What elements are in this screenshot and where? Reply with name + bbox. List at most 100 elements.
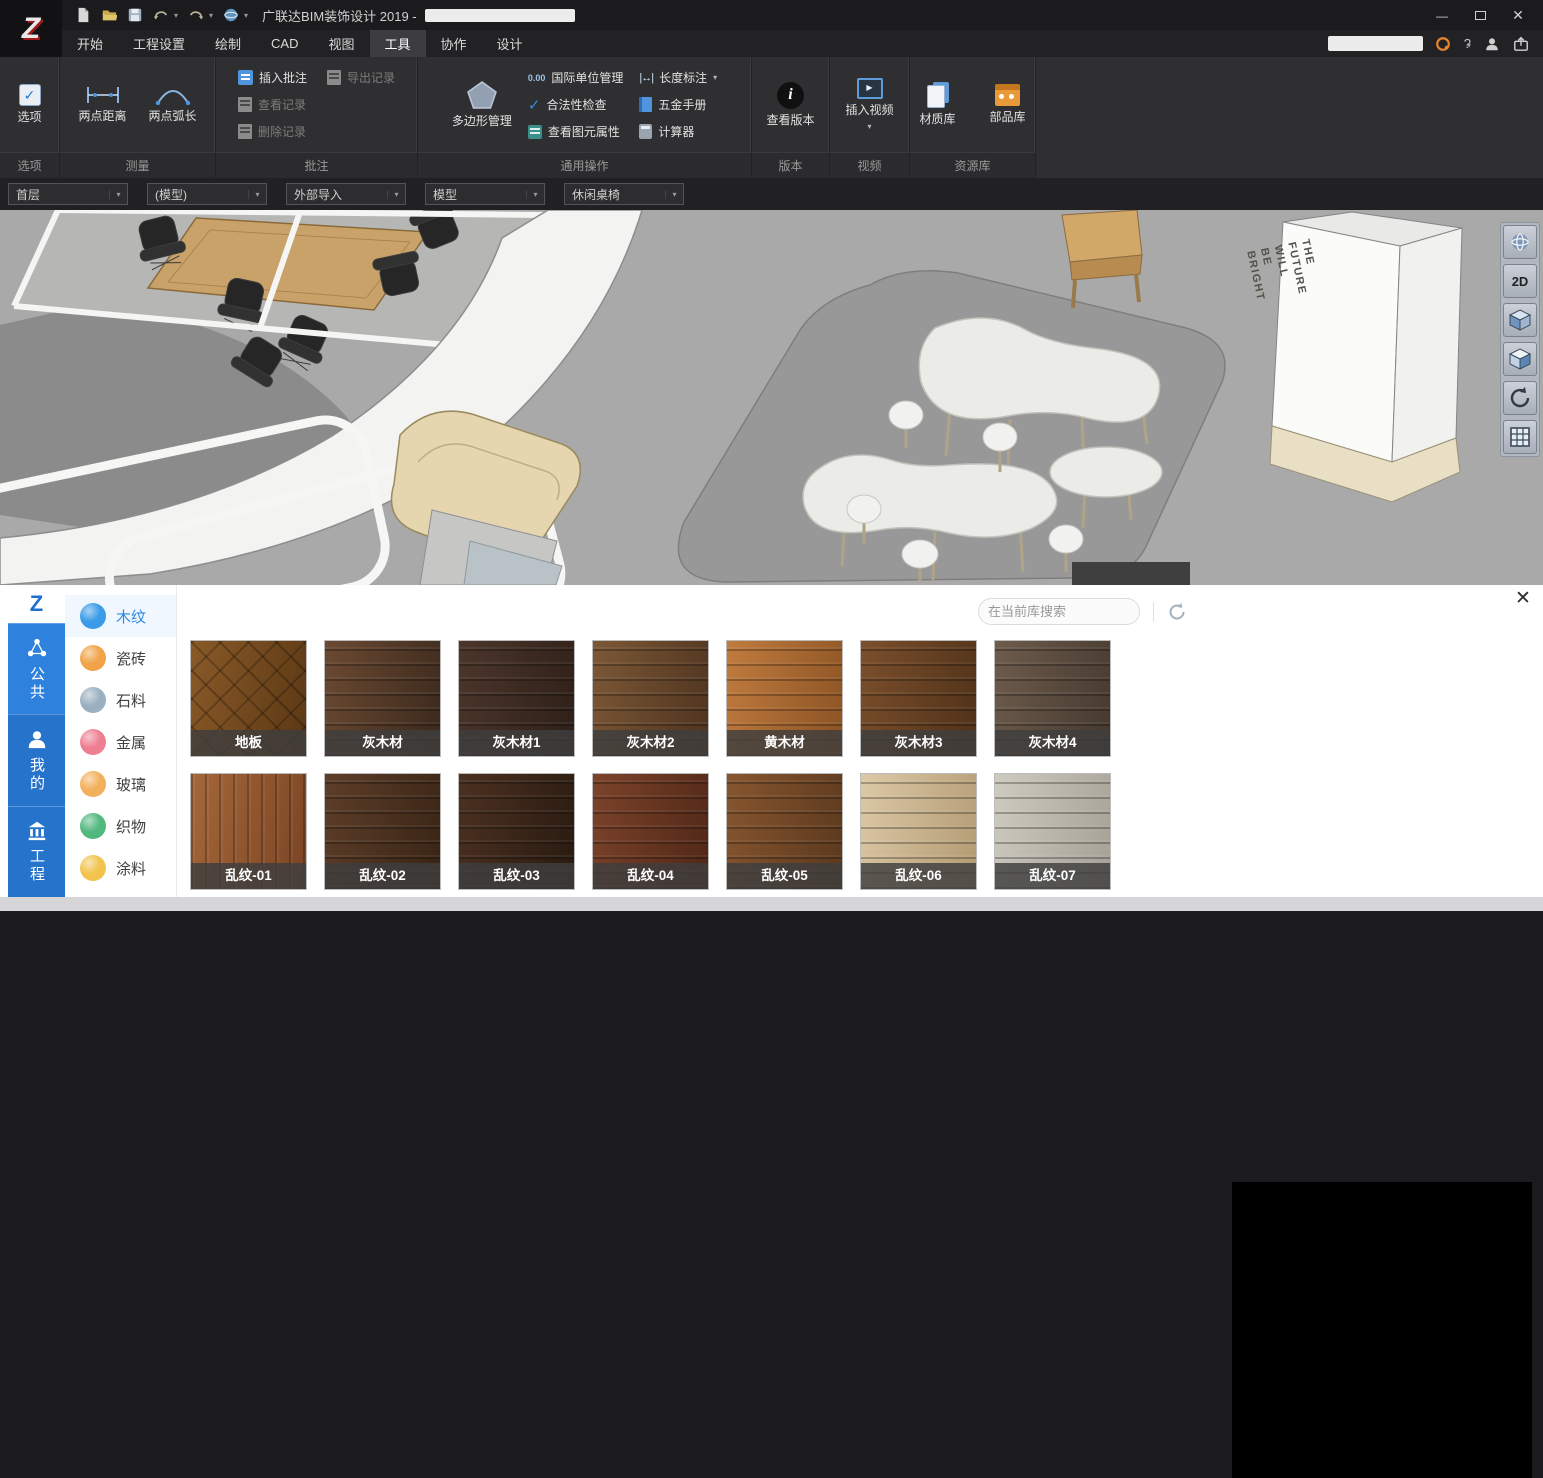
distance-label: 两点距离 bbox=[78, 110, 126, 124]
orbit-view-button[interactable] bbox=[1503, 225, 1537, 259]
view-grid-button[interactable] bbox=[1503, 420, 1537, 454]
group-label-annotate: 批注 bbox=[216, 152, 417, 178]
minimize-button[interactable] bbox=[1423, 2, 1461, 28]
unit-manager-button[interactable]: 0.00 国际单位管理 bbox=[528, 64, 624, 91]
length-dimension-button[interactable]: |↔| 长度标注 ▾ bbox=[639, 64, 717, 91]
hardware-manual-button[interactable]: 五金手册 bbox=[639, 91, 717, 118]
category-label: 金属 bbox=[116, 732, 146, 753]
material-item[interactable]: 灰木材1 bbox=[458, 640, 575, 757]
maximize-button[interactable] bbox=[1461, 2, 1499, 28]
context-dropdown-1[interactable]: (模型)▾ bbox=[147, 183, 267, 205]
open-file-icon[interactable] bbox=[100, 7, 117, 24]
isometric-cube-icon bbox=[1508, 308, 1532, 332]
tab-CAD[interactable]: CAD bbox=[256, 30, 313, 57]
delete-records-button[interactable]: 删除记录 bbox=[238, 118, 307, 145]
context-dropdown-2[interactable]: 外部导入▾ bbox=[286, 183, 406, 205]
two-point-distance-button[interactable]: 两点距离 bbox=[73, 85, 133, 124]
dropdown-value: (模型) bbox=[148, 186, 248, 203]
tab-工具[interactable]: 工具 bbox=[370, 30, 426, 57]
material-item[interactable]: 乱纹-01 bbox=[190, 773, 307, 890]
options-button[interactable]: 选项 bbox=[0, 84, 60, 125]
length-dimension-label: 长度标注 bbox=[659, 69, 707, 86]
rotate-view-button[interactable] bbox=[1503, 381, 1537, 415]
polygon-manager-button[interactable]: 多边形管理 bbox=[452, 80, 512, 129]
category-织物[interactable]: 织物 bbox=[65, 805, 176, 847]
undo-caret-icon[interactable]: ▾ bbox=[174, 11, 178, 20]
sync-orb-icon[interactable] bbox=[222, 7, 239, 24]
two-point-arc-button[interactable]: 两点弧长 bbox=[143, 85, 203, 124]
category-玻璃[interactable]: 玻璃 bbox=[65, 763, 176, 805]
isometric-view-button[interactable] bbox=[1503, 303, 1537, 337]
category-icon bbox=[80, 813, 106, 839]
refresh-icon[interactable] bbox=[1167, 602, 1187, 622]
panel-close-button[interactable] bbox=[1511, 586, 1535, 610]
material-item[interactable]: 乱纹-05 bbox=[726, 773, 843, 890]
search-box bbox=[978, 598, 1140, 625]
tab-设计[interactable]: 设计 bbox=[482, 30, 538, 57]
view-records-button[interactable]: 查看记录 bbox=[238, 91, 307, 118]
library-logo-letter: Z bbox=[30, 591, 43, 617]
tab-开始[interactable]: 开始 bbox=[62, 30, 118, 57]
material-item[interactable]: 乱纹-02 bbox=[324, 773, 441, 890]
category-金属[interactable]: 金属 bbox=[65, 721, 176, 763]
sidebar-section-project[interactable]: 工程 bbox=[8, 806, 65, 897]
help-button[interactable]: ?▾ bbox=[1464, 36, 1471, 51]
element-properties-button[interactable]: 查看图元属性 bbox=[528, 118, 624, 145]
validity-check-button[interactable]: ✓ 合法性检查 bbox=[528, 91, 624, 118]
material-item[interactable]: 灰木材2 bbox=[592, 640, 709, 757]
search-input[interactable] bbox=[988, 604, 1164, 619]
undo-icon[interactable] bbox=[152, 7, 169, 24]
context-dropdown-4[interactable]: 休闲桌椅▾ bbox=[564, 183, 684, 205]
redo-icon[interactable] bbox=[187, 7, 204, 24]
tab-视图[interactable]: 视图 bbox=[314, 30, 370, 57]
material-item[interactable]: 乱纹-07 bbox=[994, 773, 1111, 890]
material-item[interactable]: 乱纹-04 bbox=[592, 773, 709, 890]
category-木纹[interactable]: 木纹 bbox=[65, 595, 176, 637]
material-item[interactable]: 乱纹-06 bbox=[860, 773, 977, 890]
category-石料[interactable]: 石料 bbox=[65, 679, 176, 721]
tab-协作[interactable]: 协作 bbox=[426, 30, 482, 57]
material-library-button[interactable]: 材质库 bbox=[908, 82, 968, 127]
context-dropdown-0[interactable]: 首层▾ bbox=[8, 183, 128, 205]
orbit-sphere-icon bbox=[1508, 230, 1532, 254]
save-icon[interactable] bbox=[126, 7, 143, 24]
category-瓷砖[interactable]: 瓷砖 bbox=[65, 637, 176, 679]
book-icon bbox=[639, 97, 652, 112]
support-headset-icon[interactable] bbox=[1435, 35, 1452, 52]
insert-annotation-button[interactable]: 插入批注 bbox=[238, 64, 307, 91]
material-item[interactable]: 灰木材 bbox=[324, 640, 441, 757]
material-item[interactable]: 黄木材 bbox=[726, 640, 843, 757]
group-label-options: 选项 bbox=[0, 152, 59, 178]
tab-工程设置[interactable]: 工程设置 bbox=[118, 30, 200, 57]
tab-绘制[interactable]: 绘制 bbox=[200, 30, 256, 57]
user-profile-icon[interactable] bbox=[1483, 35, 1500, 52]
material-item[interactable]: 乱纹-03 bbox=[458, 773, 575, 890]
redacted-account-info bbox=[1328, 36, 1423, 51]
new-file-icon[interactable] bbox=[74, 7, 91, 24]
quickbar-caret-icon[interactable]: ▾ bbox=[244, 11, 248, 20]
view-2d-button[interactable]: 2D bbox=[1503, 264, 1537, 298]
view-version-button[interactable]: 查看版本 bbox=[761, 82, 821, 128]
material-item[interactable]: 灰木材4 bbox=[994, 640, 1111, 757]
material-item[interactable]: 地板 bbox=[190, 640, 307, 757]
axonometric-view-button[interactable] bbox=[1503, 342, 1537, 376]
viewport-3d[interactable]: THE FUTURE WILL BE BRIGHT 2D bbox=[0, 210, 1543, 585]
upload-share-icon[interactable] bbox=[1512, 35, 1529, 52]
view-2d-label: 2D bbox=[1512, 274, 1529, 289]
context-dropdown-3[interactable]: 模型▾ bbox=[425, 183, 545, 205]
close-button[interactable] bbox=[1499, 2, 1537, 28]
arc-length-label: 两点弧长 bbox=[148, 110, 196, 124]
redo-caret-icon[interactable]: ▾ bbox=[209, 11, 213, 20]
insert-video-button[interactable]: 插入视频 ▾ bbox=[840, 78, 900, 132]
material-item[interactable]: 灰木材3 bbox=[860, 640, 977, 757]
bottom-scrollbar[interactable] bbox=[0, 897, 1543, 911]
sidebar-section-public[interactable]: 公共 bbox=[8, 623, 65, 714]
calculator-button[interactable]: 计算器 bbox=[639, 118, 717, 145]
component-library-button[interactable]: 部品库 bbox=[978, 84, 1038, 125]
app-logo[interactable]: Z bbox=[0, 0, 62, 57]
sidebar-section-mine[interactable]: 我的 bbox=[8, 714, 65, 805]
category-涂料[interactable]: 涂料 bbox=[65, 847, 176, 889]
export-records-button[interactable]: 导出记录 bbox=[327, 64, 395, 91]
export-records-icon bbox=[327, 70, 341, 85]
properties-icon bbox=[528, 125, 542, 139]
